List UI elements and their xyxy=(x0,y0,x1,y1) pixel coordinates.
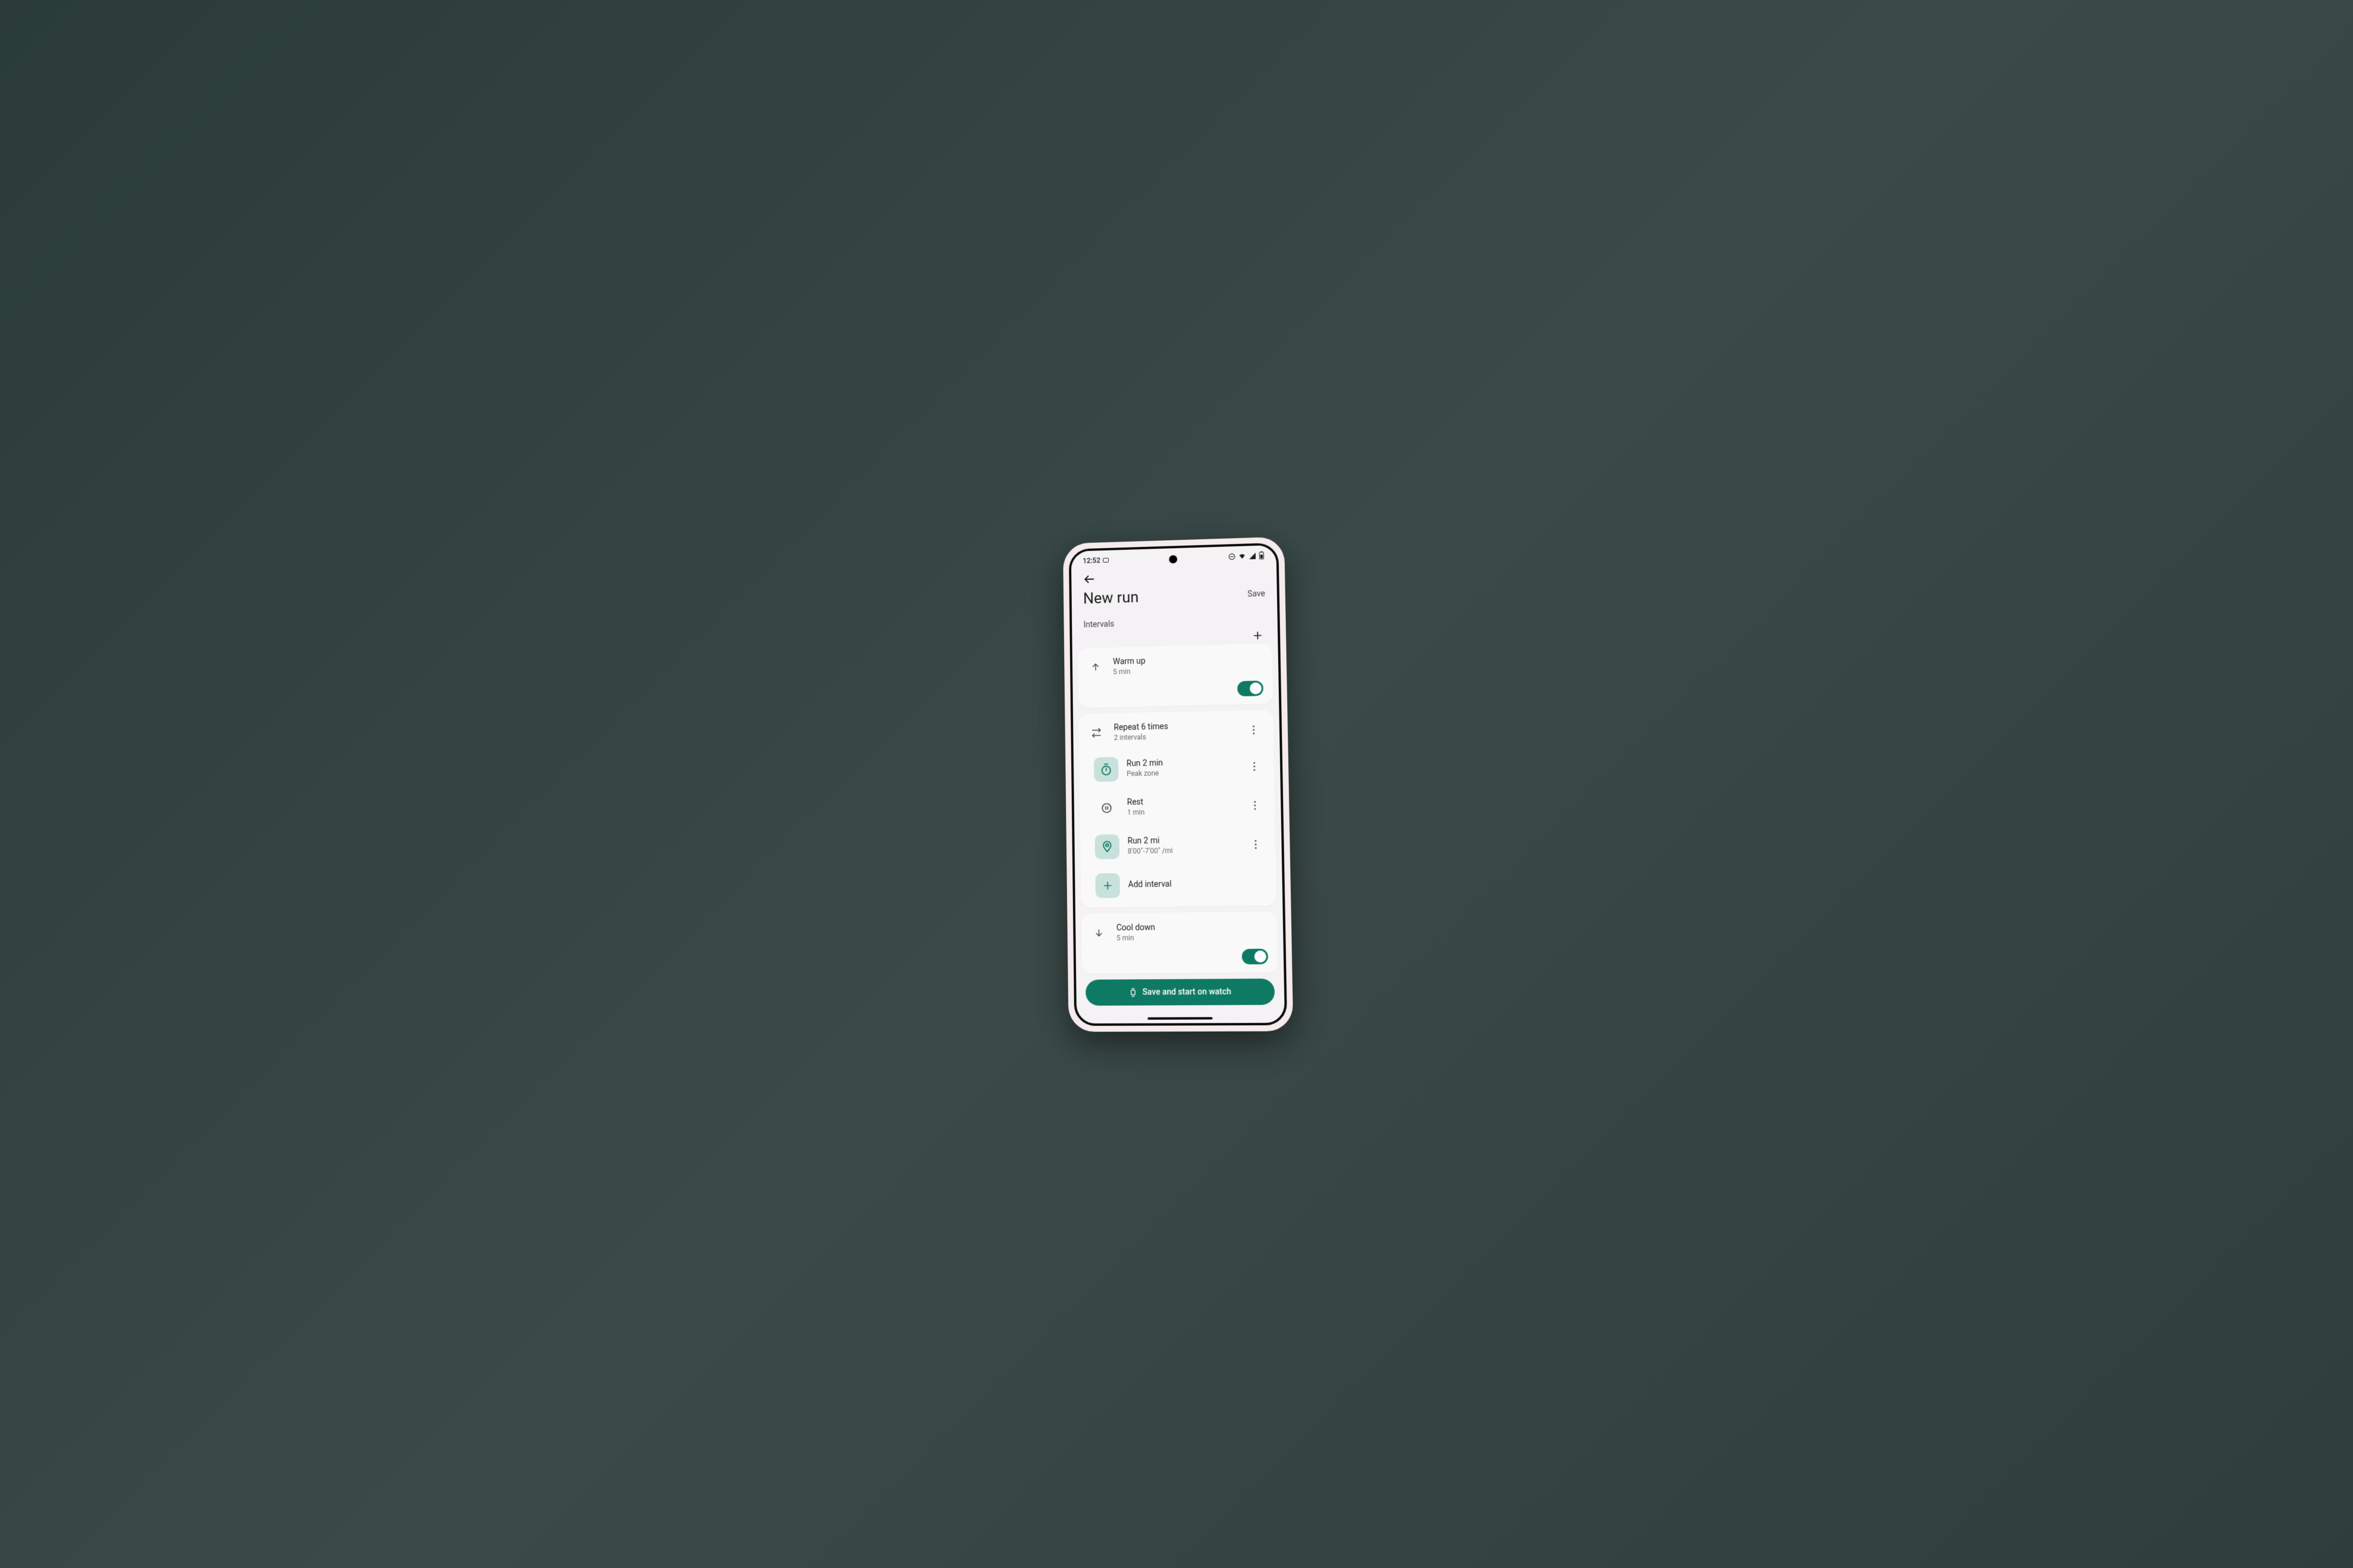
repeat-card: Repeat 6 times 2 intervals Run 2 xyxy=(1079,709,1277,907)
repeat-more-button[interactable] xyxy=(1241,725,1265,735)
stopwatch-icon xyxy=(1094,756,1118,782)
repeat-header-row[interactable]: Repeat 6 times 2 intervals xyxy=(1079,712,1274,750)
interval-title: Run 2 min xyxy=(1126,756,1242,769)
cooldown-card: Cool down 5 min xyxy=(1081,911,1278,973)
save-start-watch-button[interactable]: Save and start on watch xyxy=(1085,979,1275,1006)
interval-sub: 1 min xyxy=(1127,806,1243,818)
interval-sub: Peak zone xyxy=(1126,768,1242,779)
save-button[interactable]: Save xyxy=(1248,589,1265,599)
more-icon xyxy=(1254,840,1256,849)
warmup-card: Warm up 5 min xyxy=(1078,643,1274,708)
content: Warm up 5 min Repeat 6 times 2 interva xyxy=(1072,627,1284,1013)
more-icon xyxy=(1253,762,1255,770)
wifi-icon xyxy=(1238,552,1246,560)
interval-title: Rest xyxy=(1127,795,1243,808)
plus-icon xyxy=(1095,873,1120,898)
status-time: 12:52 xyxy=(1082,556,1100,565)
pause-icon xyxy=(1094,795,1119,820)
phone-frame: 12:52 xyxy=(1063,536,1294,1032)
warmup-row[interactable]: Warm up 5 min xyxy=(1078,646,1273,685)
interval-more-button[interactable] xyxy=(1243,800,1267,810)
back-button[interactable] xyxy=(1083,572,1096,585)
interval-sub: 8'00"-7'00" /mi xyxy=(1128,846,1244,856)
camera-hole xyxy=(1169,555,1177,563)
interval-row-rest[interactable]: Rest 1 min xyxy=(1086,786,1275,828)
more-icon xyxy=(1254,801,1255,810)
add-interval-row[interactable]: Add interval xyxy=(1087,864,1277,905)
page-title: New run xyxy=(1083,589,1139,608)
interval-row-run-distance[interactable]: Run 2 mi 8'00"-7'00" /mi xyxy=(1086,825,1276,866)
arrow-down-icon xyxy=(1092,926,1106,940)
cooldown-row[interactable]: Cool down 5 min xyxy=(1081,913,1278,950)
warmup-toggle[interactable] xyxy=(1237,680,1264,696)
interval-more-button[interactable] xyxy=(1242,762,1267,771)
add-top-button[interactable] xyxy=(1252,629,1264,641)
interval-row-run-time[interactable]: Run 2 min Peak zone xyxy=(1085,746,1274,789)
interval-more-button[interactable] xyxy=(1244,840,1268,849)
interval-title: Run 2 mi xyxy=(1128,834,1244,846)
more-icon xyxy=(1252,725,1254,734)
header: New run Save xyxy=(1071,561,1277,620)
cooldown-sub: 5 min xyxy=(1116,932,1269,943)
arrow-up-icon xyxy=(1089,660,1103,674)
screen: 12:52 xyxy=(1069,542,1287,1026)
watch-icon xyxy=(1128,987,1138,997)
cooldown-title: Cool down xyxy=(1116,921,1269,933)
battery-icon xyxy=(1258,551,1264,559)
home-indicator[interactable] xyxy=(1148,1017,1213,1019)
cooldown-toggle[interactable] xyxy=(1242,949,1268,965)
dnd-icon xyxy=(1228,552,1236,560)
pin-icon xyxy=(1095,834,1119,859)
add-interval-label: Add interval xyxy=(1128,878,1268,890)
message-icon xyxy=(1102,556,1109,563)
signal-icon xyxy=(1248,552,1256,559)
cta-label: Save and start on watch xyxy=(1142,987,1231,997)
repeat-icon xyxy=(1089,726,1104,740)
repeat-sub: 2 intervals xyxy=(1114,731,1242,743)
